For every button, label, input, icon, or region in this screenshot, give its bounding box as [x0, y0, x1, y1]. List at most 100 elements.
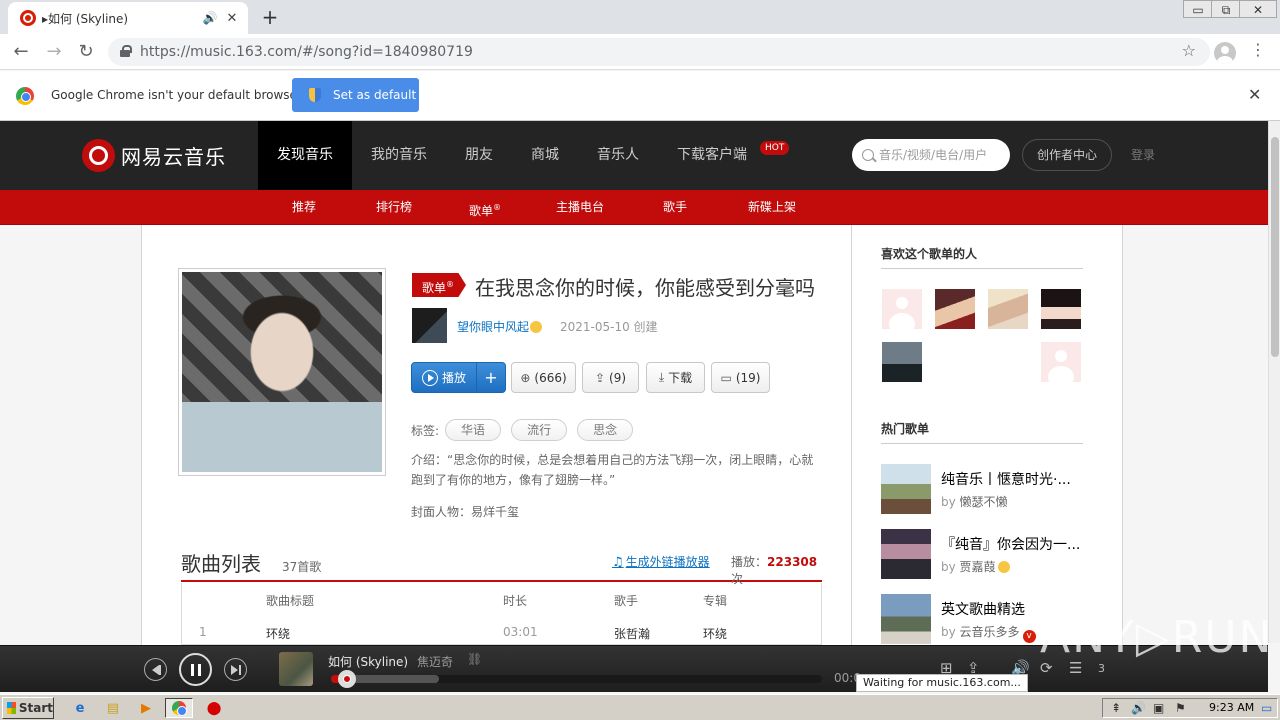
vip-icon [997, 561, 1010, 573]
set-as-default-button[interactable]: Set as default [292, 78, 419, 112]
collect-button[interactable]: ⊕ (666) [511, 362, 576, 393]
nav-download-client[interactable]: 下载客户端 [658, 121, 766, 190]
liker-avatar[interactable] [1041, 342, 1081, 382]
profile-avatar-icon[interactable] [1214, 42, 1236, 64]
add-to-queue-button[interactable]: + [476, 362, 506, 393]
progress-bar[interactable] [331, 670, 822, 688]
hot-playlist-cover[interactable] [881, 529, 931, 579]
window-close-button[interactable]: ✕ [1239, 0, 1277, 18]
song-artist[interactable]: 张哲瀚 [614, 625, 650, 642]
next-track-icon[interactable] [224, 658, 247, 681]
new-tab-button[interactable]: + [258, 6, 282, 28]
tag-mandarin[interactable]: 华语 [445, 419, 502, 441]
author-name[interactable]: 云音乐多多 [960, 625, 1020, 639]
lock-icon[interactable] [120, 45, 132, 57]
outchain-player-link[interactable]: ♫ 生成外链播放器 [612, 553, 710, 570]
hot-playlist-cover[interactable] [881, 594, 931, 644]
song-link-icon[interactable]: ⛓ [467, 652, 482, 666]
subnav-recommend[interactable]: 推荐 [292, 190, 316, 225]
now-playing-artist[interactable]: 焦迈奇 [417, 653, 453, 670]
author-name[interactable]: 贾嘉葭 [960, 560, 996, 574]
song-album[interactable]: 环绕 [703, 625, 727, 642]
hot-playlist-name[interactable]: 纯音乐丨惬意时光·... [941, 469, 1083, 489]
download-button[interactable]: ⤓ 下载 [646, 362, 705, 393]
hot-playlist-name[interactable]: 『纯音』你会因为一... [941, 534, 1083, 554]
nav-discover[interactable]: 发现音乐 [258, 121, 352, 190]
forward-button[interactable]: → [42, 40, 66, 64]
hot-playlist-cover[interactable] [881, 464, 931, 514]
now-playing-title[interactable]: 如何 (Skyline) [328, 653, 408, 670]
address-bar[interactable]: https://music.163.com/#/song?id=18409807… [108, 38, 1210, 66]
subnav-radio[interactable]: 主播电台 [556, 190, 604, 225]
scrollbar-thumb[interactable] [1271, 137, 1279, 357]
site-search[interactable] [852, 139, 1010, 171]
default-browser-infobar: Google Chrome isn't your default browser… [0, 71, 1280, 121]
infobar-message: Google Chrome isn't your default browser [51, 88, 302, 102]
nav-musician[interactable]: 音乐人 [578, 121, 658, 190]
page-scrollbar[interactable] [1268, 121, 1280, 643]
window-restore-button[interactable]: ⧉ [1211, 0, 1241, 18]
browser-tab[interactable]: ▸如何 (Skyline) 🔊 ✕ [8, 2, 248, 34]
nav-my-music[interactable]: 我的音乐 [352, 121, 446, 190]
login-link[interactable]: 登录 [1131, 146, 1155, 163]
author-name[interactable]: 懒瑟不懒 [960, 495, 1008, 509]
url-text[interactable]: https://music.163.com/#/song?id=18409807… [140, 44, 473, 60]
play-button[interactable]: 播放 [411, 362, 477, 393]
hot-playlist-item[interactable]: 『纯音』你会因为一... by 贾嘉葭 [881, 529, 1083, 579]
subnav-charts[interactable]: 排行榜 [376, 190, 412, 225]
start-button[interactable]: Start [2, 697, 54, 719]
liker-avatar[interactable] [882, 342, 922, 382]
comment-button[interactable]: ▭ (19) [711, 362, 770, 393]
cover-image [182, 272, 382, 472]
chrome-logo-icon [16, 87, 34, 105]
tag-pop[interactable]: 流行 [511, 419, 568, 441]
chrome-taskbar-button[interactable] [165, 698, 193, 718]
tray-network-icon[interactable]: ▣ [1153, 701, 1164, 715]
liker-avatar[interactable] [1041, 289, 1081, 329]
show-desktop-icon[interactable]: ▭ [1261, 701, 1272, 715]
song-title[interactable]: 环绕 [266, 625, 290, 642]
liker-avatar[interactable] [882, 289, 922, 329]
site-logo[interactable]: 网易云音乐 [82, 139, 226, 172]
search-input[interactable] [879, 148, 1003, 162]
queue-count: 3 [1098, 662, 1105, 675]
creator-name[interactable]: 望你眼中风起 [457, 318, 529, 335]
media-player-icon[interactable]: ▶ [136, 698, 156, 718]
window-minimize-button[interactable]: ▭ [1183, 0, 1213, 18]
tab-close-icon[interactable]: ✕ [224, 11, 240, 26]
tray-flag-icon[interactable]: ⚑ [1175, 701, 1186, 715]
windows-logo-icon [7, 702, 16, 714]
tab-audio-icon[interactable]: 🔊 [202, 11, 218, 25]
ie-icon[interactable]: e [70, 698, 90, 718]
liker-avatar[interactable] [988, 289, 1028, 329]
liker-avatar[interactable] [935, 289, 975, 329]
progress-knob[interactable] [338, 670, 356, 688]
reload-button[interactable]: ↻ [74, 40, 98, 64]
creator-center-button[interactable]: 创作者中心 [1022, 139, 1112, 171]
now-playing-cover[interactable] [279, 652, 313, 686]
hot-playlist-item[interactable]: 纯音乐丨惬意时光·... by 懒瑟不懒 [881, 464, 1083, 514]
share-button[interactable]: ⇪ (9) [582, 362, 639, 393]
nav-friends[interactable]: 朋友 [446, 121, 512, 190]
infobar-close-icon[interactable]: ✕ [1248, 85, 1261, 104]
start-label: Start [18, 701, 53, 715]
subnav-playlists[interactable]: 歌单® [469, 190, 501, 225]
column-header-duration: 时长 [503, 594, 528, 608]
subnav-artists[interactable]: 歌手 [663, 190, 687, 225]
tray-volume-icon[interactable]: 🔊 [1131, 701, 1146, 715]
antivirus-icon[interactable]: ⬤ [204, 698, 224, 718]
bookmark-star-icon[interactable]: ☆ [1182, 41, 1196, 60]
chrome-icon [172, 701, 187, 716]
hot-playlist-author: by 贾嘉葭 [941, 558, 1010, 575]
nav-store[interactable]: 商城 [512, 121, 578, 190]
back-button[interactable]: ← [9, 40, 33, 64]
pause-icon[interactable] [179, 653, 212, 686]
browser-menu-icon[interactable]: ⋮ [1250, 40, 1266, 59]
playlist-type-badge: 歌单® [412, 273, 466, 297]
tag-missing[interactable]: 思念 [577, 419, 634, 441]
creator-avatar[interactable] [412, 308, 447, 343]
tray-expand-icon[interactable]: ⇞ [1111, 701, 1121, 715]
explorer-folder-icon[interactable]: ▤ [103, 698, 123, 718]
subnav-new-albums[interactable]: 新碟上架 [748, 190, 796, 225]
previous-track-icon[interactable] [144, 658, 167, 681]
